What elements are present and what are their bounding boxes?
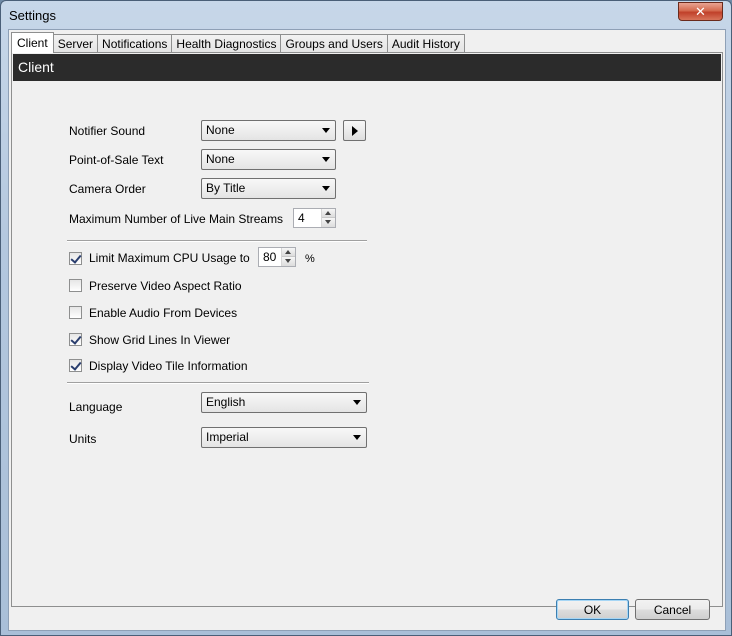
play-sound-button[interactable]: [343, 120, 366, 141]
preserve-aspect-checkbox[interactable]: [69, 279, 82, 292]
stepper-buttons: [281, 248, 295, 266]
tab-notifications[interactable]: Notifications: [97, 34, 173, 53]
cpu-unit-label: %: [305, 253, 315, 265]
cpu-limit-value: 80: [263, 250, 277, 264]
chevron-down-icon: [322, 128, 330, 133]
notifier-sound-label: Notifier Sound: [69, 124, 146, 138]
pos-text-value: None: [206, 152, 235, 166]
separator: [67, 382, 369, 384]
chevron-down-icon: [322, 157, 330, 162]
camera-order-select[interactable]: By Title: [201, 178, 336, 199]
max-streams-stepper[interactable]: 4: [293, 208, 336, 228]
stepper-down-icon[interactable]: [282, 257, 295, 266]
stepper-down-icon[interactable]: [322, 218, 335, 227]
camera-order-value: By Title: [206, 181, 246, 195]
language-select[interactable]: English: [201, 392, 367, 413]
dialog-body: Client Server Notifications Health Diagn…: [8, 29, 726, 631]
tab-server[interactable]: Server: [52, 34, 99, 53]
tile-info-label: Display Video Tile Information: [89, 359, 248, 373]
limit-cpu-checkbox[interactable]: [69, 252, 82, 265]
ok-button[interactable]: OK: [556, 599, 629, 620]
stepper-up-icon[interactable]: [282, 248, 295, 257]
chevron-down-icon: [353, 435, 361, 440]
notifier-sound-select[interactable]: None: [201, 120, 336, 141]
stepper-up-icon[interactable]: [322, 209, 335, 218]
client-tab-page: Client Notifier Sound None Point-of-Sale…: [11, 52, 723, 607]
tab-groups-and-users[interactable]: Groups and Users: [280, 34, 388, 53]
preserve-aspect-label: Preserve Video Aspect Ratio: [89, 279, 242, 293]
tab-health-diagnostics[interactable]: Health Diagnostics: [171, 34, 282, 53]
notifier-sound-value: None: [206, 123, 235, 137]
camera-order-label: Camera Order: [69, 182, 146, 196]
window-title: Settings: [9, 8, 56, 23]
close-button[interactable]: ✕: [678, 2, 723, 21]
enable-audio-checkbox[interactable]: [69, 306, 82, 319]
limit-cpu-label: Limit Maximum CPU Usage to: [89, 251, 250, 265]
units-value: Imperial: [206, 430, 249, 444]
tile-info-checkbox[interactable]: [69, 359, 82, 372]
units-select[interactable]: Imperial: [201, 427, 367, 448]
title-bar: Settings ✕: [1, 1, 731, 29]
pos-text-label: Point-of-Sale Text: [69, 153, 164, 167]
tab-strip: Client Server Notifications Health Diagn…: [11, 32, 465, 53]
cancel-button[interactable]: Cancel: [635, 599, 710, 620]
grid-lines-checkbox[interactable]: [69, 333, 82, 346]
enable-audio-label: Enable Audio From Devices: [89, 306, 238, 320]
section-header: Client: [13, 54, 721, 81]
tab-client[interactable]: Client: [11, 32, 54, 53]
stepper-buttons: [321, 209, 335, 227]
pos-text-select[interactable]: None: [201, 149, 336, 170]
close-icon: ✕: [695, 3, 706, 19]
chevron-down-icon: [353, 400, 361, 405]
language-label: Language: [69, 400, 123, 414]
tab-audit-history[interactable]: Audit History: [386, 34, 465, 53]
units-label: Units: [69, 432, 97, 446]
language-value: English: [206, 395, 246, 409]
chevron-down-icon: [322, 186, 330, 191]
separator: [67, 240, 367, 242]
settings-window: Settings ✕ Client Server Notifications H…: [0, 0, 732, 636]
cpu-limit-stepper[interactable]: 80: [258, 247, 296, 267]
max-streams-value: 4: [298, 211, 305, 225]
grid-lines-label: Show Grid Lines In Viewer: [89, 333, 231, 347]
play-icon: [352, 126, 358, 136]
max-streams-label: Maximum Number of Live Main Streams: [69, 212, 284, 226]
